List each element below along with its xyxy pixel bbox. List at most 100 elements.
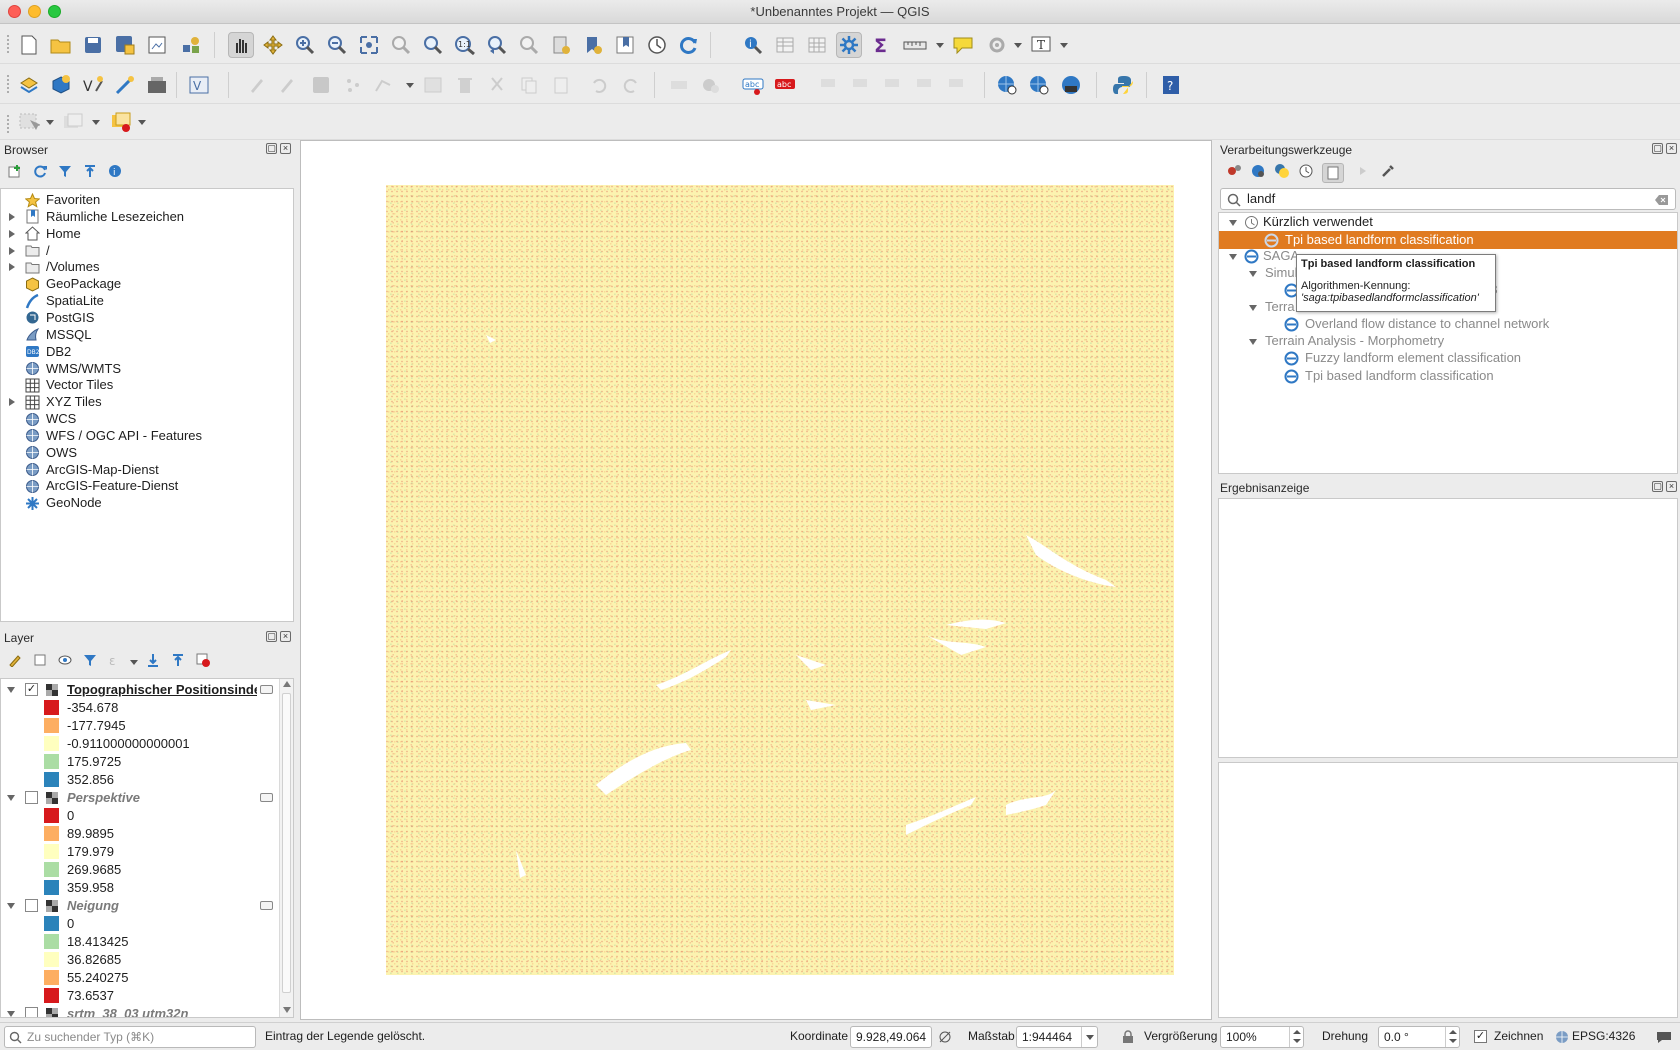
new-project-icon[interactable] — [16, 32, 42, 58]
tree-recent-group[interactable]: Kürzlich verwendet — [1263, 213, 1373, 231]
redo-icon[interactable] — [618, 72, 644, 98]
lock-scale-icon[interactable] — [1120, 1029, 1136, 1045]
tpi-raster-layer[interactable] — [386, 185, 1174, 975]
render-checkbox[interactable]: ✓ — [1474, 1030, 1487, 1043]
zoom-out-icon[interactable] — [324, 32, 350, 58]
collapse-arrow-icon[interactable] — [7, 795, 15, 801]
crs-globe-icon[interactable] — [1554, 1029, 1570, 1045]
sum-icon[interactable]: Σ — [868, 32, 894, 58]
models-icon[interactable] — [1226, 163, 1242, 179]
tree-tpi-landform-item[interactable]: Tpi based landform classification — [1305, 367, 1494, 385]
messages-icon[interactable] — [1656, 1029, 1672, 1045]
expand-arrow-icon[interactable] — [9, 212, 15, 221]
zoom-in-icon[interactable] — [292, 32, 318, 58]
new-shapefile-layer-icon[interactable]: V — [80, 72, 106, 98]
zoom-next-icon[interactable] — [516, 32, 542, 58]
browser-item[interactable]: WFS / OGC API - Features — [46, 427, 202, 445]
maximize-window-button[interactable] — [48, 5, 61, 18]
new-spatialite-layer-icon[interactable] — [112, 72, 138, 98]
identify-features-icon[interactable]: i — [740, 32, 766, 58]
temporal-controller-icon[interactable] — [644, 32, 670, 58]
delete-selected-icon[interactable] — [452, 72, 478, 98]
layer-indicator-icon[interactable] — [260, 685, 273, 694]
new-virtual-layer-icon[interactable] — [144, 72, 170, 98]
select-features-icon[interactable] — [16, 109, 42, 135]
refresh-icon[interactable] — [676, 32, 702, 58]
browser-item[interactable]: WCS — [46, 410, 76, 428]
info-icon[interactable]: i — [107, 163, 123, 179]
python-console-icon[interactable] — [1110, 72, 1136, 98]
collapse-arrow-icon[interactable] — [7, 687, 15, 693]
add-feature-icon[interactable] — [340, 72, 366, 98]
python-scripts-icon[interactable] — [1274, 163, 1290, 179]
map-canvas[interactable] — [300, 140, 1212, 1020]
metasearch-icon[interactable] — [994, 72, 1020, 98]
collapse-all-icon[interactable] — [170, 652, 186, 668]
pin-labels-icon[interactable] — [816, 72, 842, 98]
measure-line-icon[interactable] — [902, 32, 928, 58]
results-detail[interactable] — [1218, 762, 1678, 1018]
edit-features-inplace-icon[interactable] — [1352, 163, 1368, 179]
vertex-tool-icon[interactable] — [370, 72, 396, 98]
layer-visibility-checkbox[interactable] — [25, 791, 38, 804]
collapse-arrow-icon[interactable] — [7, 1011, 15, 1017]
spatial-bookmark-icon[interactable] — [612, 32, 638, 58]
close-window-button[interactable] — [8, 5, 21, 18]
web-service-search-icon[interactable] — [1026, 72, 1052, 98]
browser-item[interactable]: DB2 — [46, 343, 71, 361]
expand-all-icon[interactable] — [145, 652, 161, 668]
panel-close-button[interactable]: × — [280, 631, 291, 642]
tree-fuzzy-landform-item[interactable]: Fuzzy landform element classification — [1305, 349, 1521, 367]
map-tips-icon[interactable] — [950, 32, 976, 58]
text-annotation-icon[interactable]: T — [1028, 32, 1054, 58]
scale-field[interactable]: 1:944464 — [1016, 1026, 1098, 1048]
cut-features-icon[interactable] — [484, 72, 510, 98]
magnifier-field[interactable]: 100% — [1220, 1026, 1304, 1048]
options-icon[interactable] — [1380, 163, 1396, 179]
statistical-summary-icon[interactable] — [804, 32, 830, 58]
browser-item[interactable]: /Volumes — [46, 258, 99, 276]
browser-item[interactable]: GeoNode — [46, 494, 102, 512]
zoom-last-icon[interactable] — [484, 32, 510, 58]
layer-visibility-checkbox[interactable]: ✓ — [25, 683, 38, 696]
expand-arrow-icon[interactable] — [9, 263, 15, 272]
toolbar-grip[interactable] — [6, 74, 10, 94]
new-bookmark-icon[interactable] — [548, 32, 574, 58]
processing-search-field[interactable]: landf — [1220, 188, 1676, 210]
layer-indicator-icon[interactable] — [260, 901, 273, 910]
toggle-extents-icon[interactable] — [937, 1029, 953, 1045]
modify-attributes-icon[interactable] — [420, 72, 446, 98]
results-viewer-icon[interactable] — [1322, 163, 1344, 183]
add-group-icon[interactable] — [32, 652, 48, 668]
tree-morphometry-group[interactable]: Terrain Analysis - Morphometry — [1265, 332, 1444, 350]
browser-item[interactable]: PostGIS — [46, 309, 94, 327]
toolbar-grip[interactable] — [6, 114, 10, 134]
change-label-icon[interactable] — [944, 72, 970, 98]
print-layout-icon[interactable] — [144, 32, 170, 58]
layer-visibility-checkbox[interactable] — [25, 899, 38, 912]
rotate-label-icon[interactable] — [912, 72, 938, 98]
deselect-all-icon[interactable] — [108, 109, 134, 135]
remove-layer-icon[interactable] — [195, 652, 211, 668]
save-edits-icon[interactable] — [308, 72, 334, 98]
zoom-to-selection-icon[interactable] — [388, 32, 414, 58]
browser-item[interactable]: OWS — [46, 444, 77, 462]
browser-item[interactable]: ArcGIS-Feature-Dienst — [46, 477, 178, 495]
tree-simulation-group[interactable]: Simul — [1265, 264, 1298, 282]
save-as-icon[interactable] — [112, 32, 138, 58]
layer-tree-scrollbar[interactable] — [279, 679, 293, 1017]
results-list[interactable] — [1218, 498, 1678, 758]
browser-item[interactable]: MSSQL — [46, 326, 92, 344]
paste-features-icon[interactable] — [548, 72, 574, 98]
spin-stepper[interactable] — [1445, 1027, 1459, 1047]
layer-labeling-icon[interactable]: abc — [740, 72, 766, 98]
manage-map-themes-icon[interactable] — [57, 652, 73, 668]
data-source-manager-icon[interactable] — [16, 72, 42, 98]
show-bookmarks-icon[interactable] — [580, 32, 606, 58]
browser-item[interactable]: Home — [46, 225, 81, 243]
filter-icon[interactable] — [57, 163, 73, 179]
browser-item[interactable]: Räumliche Lesezeichen — [46, 208, 184, 226]
layer-name[interactable]: Neigung — [67, 897, 257, 915]
browser-item[interactable]: GeoPackage — [46, 275, 121, 293]
spin-stepper[interactable] — [1289, 1027, 1303, 1047]
